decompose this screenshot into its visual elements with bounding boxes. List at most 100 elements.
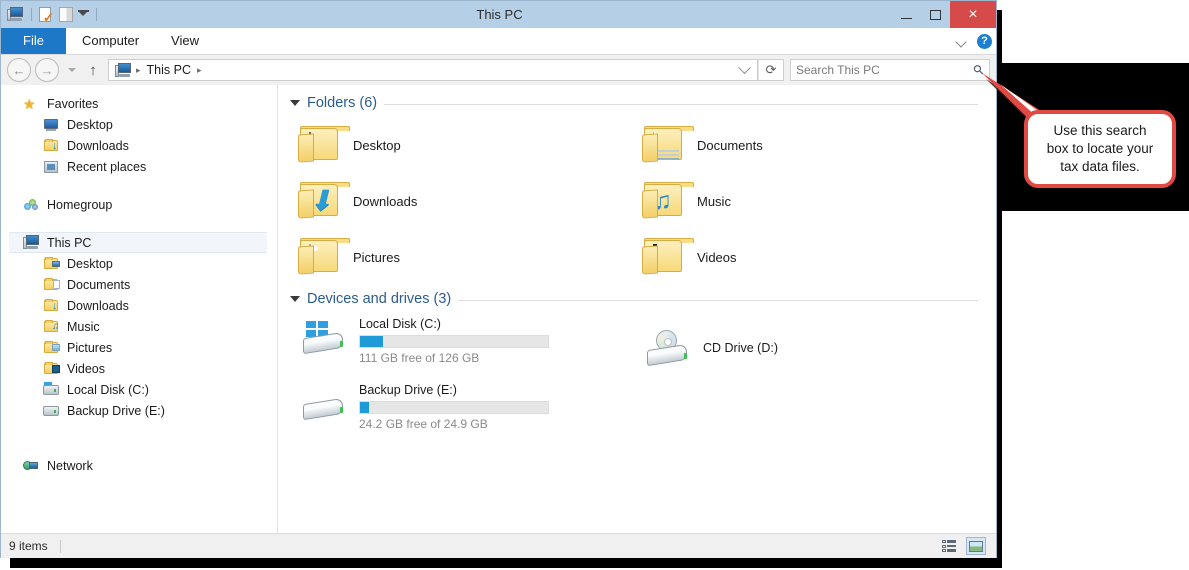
collapse-caret-icon[interactable] (290, 294, 300, 304)
drives-group-header[interactable]: Devices and drives (3) (290, 291, 978, 307)
folder-desktop-icon (43, 256, 60, 272)
tile-downloads[interactable]: ⬇ Downloads (290, 173, 634, 229)
address-bar[interactable]: ▸ This PC ▸ (108, 59, 758, 81)
folders-tile-grid: Desktop Documents ⬇ Downloads ♫ Music Pi… (290, 117, 978, 285)
recent-places-icon (43, 159, 60, 175)
sidebar-item-this-pc[interactable]: This PC (9, 232, 267, 253)
tile-label: Pictures (353, 249, 400, 265)
tile-label: Downloads (353, 193, 418, 209)
sidebar-item-fav-desktop[interactable]: Desktop (1, 114, 277, 135)
folder-videos-icon (43, 361, 60, 377)
drives-tile-grid: Local Disk (C:) 111 GB free of 126 GB CD… (290, 313, 978, 441)
status-bar: 9 items (1, 533, 996, 558)
details-view-icon (941, 540, 957, 552)
network-icon (23, 458, 40, 474)
drive-local-disk-c[interactable]: Local Disk (C:) 111 GB free of 126 GB (290, 313, 634, 379)
back-button[interactable]: ← (7, 58, 31, 82)
sidebar-item-desktop[interactable]: Desktop (1, 253, 277, 274)
monitor-icon (43, 117, 60, 133)
tab-file[interactable]: File (1, 28, 66, 54)
tab-computer[interactable]: Computer (66, 28, 155, 54)
ribbon-tab-bar: File Computer View ? (1, 28, 996, 55)
folder-download-icon: ↓ (43, 138, 60, 154)
tile-desktop[interactable]: Desktop (290, 117, 634, 173)
tile-videos[interactable]: Videos (634, 229, 978, 285)
header-rule (458, 300, 978, 301)
sidebar-label: Homegroup (47, 197, 113, 212)
sidebar-gap-2 (1, 215, 277, 232)
sidebar-item-homegroup[interactable]: Homegroup (1, 194, 277, 215)
sidebar-label: Network (47, 458, 93, 473)
view-buttons (939, 537, 986, 555)
callout-line-3: tax data files. (1060, 159, 1140, 174)
chevron-down-icon[interactable] (956, 35, 968, 47)
forward-button[interactable]: → (35, 58, 59, 82)
up-button[interactable]: ↑ (83, 59, 103, 81)
refresh-button[interactable]: ⟳ (758, 59, 784, 81)
folder-downloads-icon: ⬇ (298, 182, 350, 220)
search-box[interactable]: Search This PC ⚲ (790, 59, 990, 81)
sidebar-label: Documents (67, 277, 131, 292)
drive-info: Backup Drive (E:) 24.2 GB free of 24.9 G… (359, 383, 634, 431)
tile-documents[interactable]: Documents (634, 117, 978, 173)
sidebar-item-fav-downloads[interactable]: ↓ Downloads (1, 135, 277, 156)
large-icons-view-button[interactable] (966, 537, 986, 555)
breadcrumb-this-pc[interactable]: This PC (143, 60, 195, 80)
sidebar-gap-4 (1, 438, 277, 455)
drive-free-space: 111 GB free of 126 GB (359, 351, 480, 365)
ribbon-right-controls: ? (956, 28, 992, 54)
folder-documents-icon (642, 126, 694, 164)
sidebar-item-backup-drive-e[interactable]: Backup Drive (E:) (1, 400, 277, 421)
callout-line-1: Use this search (1053, 123, 1147, 138)
recent-locations-icon[interactable] (65, 63, 79, 77)
hard-drive-icon (298, 387, 350, 425)
local-disk-icon (298, 321, 350, 359)
maximize-button[interactable] (921, 1, 950, 28)
close-button[interactable]: × (950, 1, 996, 28)
drive-name: Local Disk (C:) (359, 317, 441, 331)
minimize-button[interactable] (892, 1, 921, 28)
breadcrumb-separator-2[interactable]: ▸ (195, 65, 204, 76)
sidebar-item-network[interactable]: Network (1, 455, 277, 476)
drive-info: CD Drive (D:) (703, 341, 978, 355)
sidebar-item-videos[interactable]: Videos (1, 358, 277, 379)
folders-group-header[interactable]: Folders (6) (290, 95, 978, 111)
sidebar-item-favorites[interactable]: ★ Favorites (1, 93, 277, 114)
homegroup-icon (23, 197, 40, 213)
sidebar-item-downloads[interactable]: ↓ Downloads (1, 295, 277, 316)
sidebar-label: Desktop (67, 117, 113, 132)
folder-music-icon: ♫ (642, 182, 694, 220)
this-pc-icon (23, 234, 40, 251)
search-input[interactable]: Search This PC (796, 63, 974, 77)
tile-music[interactable]: ♫ Music (634, 173, 978, 229)
item-count: 9 items (9, 539, 48, 553)
drive-cd-d[interactable]: CD Drive (D:) (634, 313, 978, 379)
folder-desktop-icon (298, 126, 350, 164)
collapse-caret-icon[interactable] (290, 98, 300, 108)
drive-backup-e[interactable]: Backup Drive (E:) 24.2 GB free of 24.9 G… (290, 379, 634, 441)
details-view-button[interactable] (939, 537, 959, 555)
tile-pictures[interactable]: Pictures (290, 229, 634, 285)
sidebar-item-recent-places[interactable]: Recent places (1, 156, 277, 177)
sidebar-label: Desktop (67, 256, 113, 271)
drives-group-title: Devices and drives (3) (307, 291, 452, 307)
drive-info: Local Disk (C:) 111 GB free of 126 GB (359, 317, 634, 365)
large-icons-view-icon (969, 540, 983, 552)
window-controls: × (892, 1, 996, 28)
sidebar-item-music[interactable]: ♫ Music (1, 316, 277, 337)
star-icon: ★ (23, 95, 36, 112)
help-icon[interactable]: ? (977, 33, 992, 49)
screenshot-root: ✓ This PC × File Computer View ? ← → ↑ ▸… (0, 0, 1189, 570)
callout-text: Use this search box to locate your tax d… (1024, 110, 1176, 188)
tab-view[interactable]: View (155, 28, 215, 54)
callout-line-2: box to locate your (1046, 141, 1154, 156)
content-pane: Folders (6) Desktop Documents ⬇ Download… (278, 85, 996, 533)
header-rule (384, 104, 978, 105)
folder-documents-icon (43, 277, 60, 293)
sidebar-item-pictures[interactable]: Pictures (1, 337, 277, 358)
sidebar-item-local-disk-c[interactable]: Local Disk (C:) (1, 379, 277, 400)
sidebar-label: Downloads (67, 298, 129, 313)
sidebar-item-documents[interactable]: Documents (1, 274, 277, 295)
address-dropdown-icon[interactable] (734, 59, 754, 81)
tile-label: Music (697, 193, 731, 209)
